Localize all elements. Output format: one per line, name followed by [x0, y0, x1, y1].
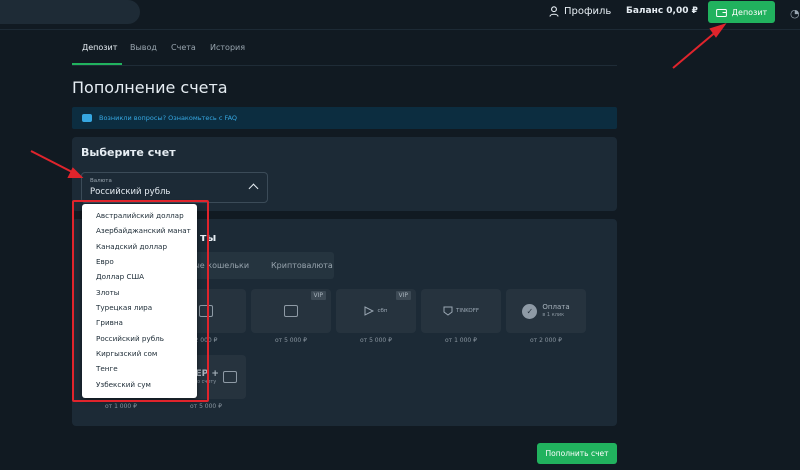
payment-price-3: от 5 000 ₽	[360, 337, 392, 344]
invoice-icon	[222, 371, 237, 383]
currency-option[interactable]: Тенге	[96, 364, 118, 373]
profile-link[interactable]: Профиль	[549, 6, 611, 17]
oneclick-label: Оплата	[542, 303, 570, 311]
arrow-to-deposit	[672, 23, 727, 69]
faq-text: Возникли вопросы? Ознакомьтесь с FAQ	[99, 114, 238, 122]
tab-deposit[interactable]: Депозит	[82, 43, 117, 52]
user-icon	[549, 6, 559, 17]
faq-banner[interactable]: Возникли вопросы? Ознакомьтесь с FAQ	[72, 107, 617, 129]
currency-select-label: Валюта	[90, 178, 112, 184]
page-title: Пополнение счета	[72, 78, 228, 97]
payment-price-5: от 2 000 ₽	[530, 337, 562, 344]
account-tabs: Депозит Вывод Счета История	[72, 40, 617, 66]
method-tab-crypto[interactable]: Криптовалюта	[271, 252, 333, 279]
oneclick-content: ✓ Оплата в 1 клик	[522, 303, 570, 319]
oneclick-text: Оплата в 1 клик	[542, 303, 569, 319]
payment-card-oneclick[interactable]: ✓ Оплата в 1 клик	[506, 289, 586, 333]
wallet-icon	[715, 8, 727, 17]
active-tab-indicator	[72, 63, 122, 65]
currency-option[interactable]: Гривна	[96, 318, 123, 327]
settings-icon[interactable]: ◔	[790, 7, 800, 20]
balance-dropdown[interactable]: Баланс 0,00 ₽	[626, 6, 715, 16]
header-deposit-label: Депозит	[731, 7, 768, 17]
card-transfer-icon	[284, 305, 298, 317]
payment-price-4: от 1 000 ₽	[445, 337, 477, 344]
payment-card-2[interactable]: VIP	[251, 289, 331, 333]
tab-withdraw[interactable]: Вывод	[130, 43, 157, 52]
currency-option[interactable]: Киргызский сом	[96, 349, 157, 358]
oneclick-sublabel: в 1 клик	[542, 312, 565, 318]
search-input[interactable]	[0, 0, 140, 24]
currency-option[interactable]: Российский рубль	[96, 334, 164, 343]
currency-option[interactable]: Злоты	[96, 288, 119, 297]
currency-option[interactable]: Евро	[96, 257, 114, 266]
submit-deposit-button[interactable]: Пополнить счет	[537, 443, 617, 464]
currency-select-value: Российский рубль	[90, 187, 171, 197]
currency-option[interactable]: Австралийский доллар	[96, 211, 184, 220]
currency-option[interactable]: Узбекский сум	[96, 380, 151, 389]
currency-option[interactable]: Доллар США	[96, 272, 144, 281]
oneclick-icon: ✓	[522, 303, 538, 319]
currency-option[interactable]: Азербайджанский манат	[96, 226, 191, 235]
sbp-icon	[364, 306, 375, 316]
header-deposit-button[interactable]: Депозит	[708, 1, 775, 23]
payment-price-2: от 5 000 ₽	[275, 337, 307, 344]
sbp-label: сбп	[377, 308, 388, 314]
methods-section-title: ты	[200, 231, 217, 244]
account-section-title: Выберите счет	[81, 146, 176, 159]
chevron-up-icon	[248, 183, 259, 194]
tab-accounts[interactable]: Счета	[171, 43, 196, 52]
currency-option[interactable]: Канадский доллар	[96, 242, 167, 251]
payment-card-tinkoff[interactable]: TINKOFF	[421, 289, 501, 333]
balance-label: Баланс 0,00 ₽	[626, 6, 698, 16]
vip-badge: VIP	[395, 291, 411, 300]
currency-option[interactable]: Турецкая лира	[96, 303, 152, 312]
tinkoff-icon	[443, 306, 453, 316]
card-icon	[199, 305, 213, 317]
payment-card-sbp[interactable]: VIP сбп	[336, 289, 416, 333]
profile-label: Профиль	[564, 6, 612, 17]
tinkoff-label: TINKOFF	[455, 308, 480, 314]
currency-dropdown: Австралийский доллар Азербайджанский ман…	[82, 204, 197, 398]
payment-price-6: от 1 000 ₽	[105, 403, 137, 410]
vip-badge: VIP	[310, 291, 326, 300]
chat-icon	[82, 114, 92, 122]
top-bar: Профиль Баланс 0,00 ₽ Депозит ◔	[0, 0, 800, 30]
payment-price-7: от 5 000 ₽	[190, 403, 222, 410]
tab-history[interactable]: История	[210, 43, 245, 52]
currency-select[interactable]: Валюта Российский рубль	[81, 172, 268, 203]
